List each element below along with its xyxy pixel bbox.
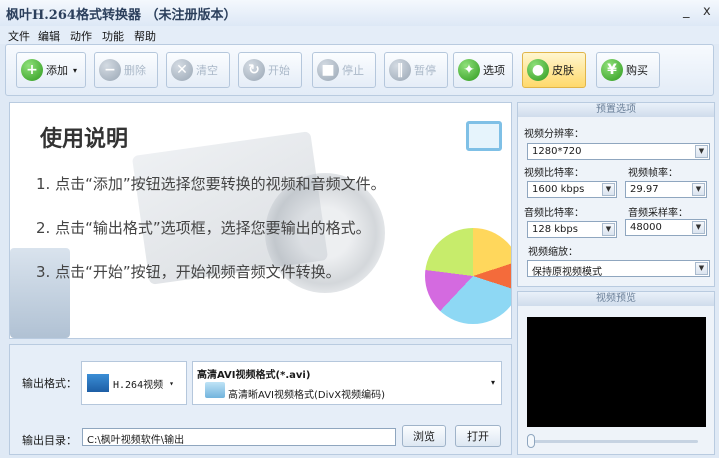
output-settings: 输出格式： H.264视频 ▾ 高清AVI视频格式(*.avi) 高清晰AVI视… (9, 344, 512, 455)
pause-icon: ‖ (389, 59, 411, 81)
format-title: 高清AVI视频格式(*.avi) (197, 370, 311, 381)
output-dir-field[interactable]: C:\枫叶视频软件\输出 (82, 428, 396, 446)
video-preview-screen (527, 317, 706, 427)
chevron-down-icon: ▾ (490, 378, 495, 387)
delete-button[interactable]: − 删除 (94, 52, 158, 88)
clear-icon: ✕ (171, 59, 193, 81)
output-format-select[interactable]: 高清AVI视频格式(*.avi) 高清晰AVI视频格式(DivX视频编码) ▾ (192, 361, 502, 405)
instruction-step-3: 3. 点击“开始”按钮，开始视频音频文件转换。 (36, 263, 341, 281)
menu-help[interactable]: 帮助 (134, 28, 156, 44)
output-dir-label: 输出目录： (22, 434, 77, 447)
chevron-down-icon: ▼ (692, 183, 705, 196)
chevron-down-icon: ▼ (692, 221, 705, 234)
tools-icon: ✦ (458, 59, 480, 81)
apple-icon: ● (527, 59, 549, 81)
film-icon (466, 121, 502, 151)
instructions-panel: 使用说明 1. 点击“添加”按钮选择您要转换的视频和音频文件。 2. 点击“输出… (9, 102, 512, 339)
folder-icon (205, 382, 225, 398)
chevron-down-icon: ▾ (169, 378, 174, 388)
scale-select[interactable]: 保持原视频模式 ▼ (527, 260, 710, 278)
samplerate-label: 音频采样率： (628, 208, 688, 219)
stop-icon: ■ (317, 59, 339, 81)
framerate-select[interactable]: 29.97 ▼ (625, 181, 707, 198)
instructions-heading: 使用说明 (40, 127, 129, 152)
plus-icon: + (21, 59, 43, 81)
menu-function[interactable]: 功能 (102, 28, 124, 44)
pause-button[interactable]: ‖ 暂停 (384, 52, 448, 88)
toolbar: + 添加 ▾ − 删除 ✕ 清空 ↻ 开始 ■ 停止 ‖ 暂停 ✦ 选项 ● 皮… (5, 44, 714, 96)
chevron-down-icon: ▼ (695, 145, 708, 158)
buy-button[interactable]: ¥ 购买 (596, 52, 660, 88)
menu-edit[interactable]: 编辑 (38, 28, 60, 44)
preset-panel: 预置选项 视频分辨率： 1280*720 ▼ 视频比特率： 视频帧率： 1600 … (517, 102, 715, 287)
preset-header: 预置选项 (518, 103, 714, 117)
framerate-label: 视频帧率： (628, 168, 678, 179)
chevron-down-icon: ▼ (602, 223, 615, 236)
minimize-button[interactable]: _ (683, 4, 690, 19)
minus-icon: − (99, 59, 121, 81)
scale-label: 视频缩放： (528, 247, 578, 258)
video-bitrate-select[interactable]: 1600 kbps ▼ (527, 181, 617, 198)
open-button[interactable]: 打开 (455, 425, 501, 447)
preview-slider-thumb[interactable] (527, 434, 535, 448)
add-button[interactable]: + 添加 ▾ (16, 52, 86, 88)
preview-header: 视频预览 (518, 292, 714, 306)
chevron-down-icon: ▼ (602, 183, 615, 196)
resolution-select[interactable]: 1280*720 ▼ (527, 143, 710, 160)
pie-decoration (425, 228, 511, 324)
preview-slider-track[interactable] (532, 440, 698, 443)
refresh-icon: ↻ (243, 59, 265, 81)
browse-button[interactable]: 浏览 (402, 425, 446, 447)
menu-bar: 文件 编辑 动作 功能 帮助 (0, 26, 719, 44)
audio-bitrate-label: 音频比特率： (524, 208, 584, 219)
preview-panel: 视频预览 (517, 291, 715, 455)
menu-action[interactable]: 动作 (70, 28, 92, 44)
video-icon (87, 374, 109, 392)
output-format-category[interactable]: H.264视频 ▾ (81, 361, 187, 405)
chevron-down-icon: ▾ (73, 65, 78, 75)
start-button[interactable]: ↻ 开始 (238, 52, 302, 88)
video-bitrate-label: 视频比特率： (524, 168, 584, 179)
menu-file[interactable]: 文件 (8, 28, 30, 44)
cart-icon: ¥ (601, 59, 623, 81)
stop-button[interactable]: ■ 停止 (312, 52, 376, 88)
skin-button[interactable]: ● 皮肤 (522, 52, 586, 88)
chevron-down-icon: ▼ (695, 262, 708, 275)
clear-button[interactable]: ✕ 清空 (166, 52, 230, 88)
audio-bitrate-select[interactable]: 128 kbps ▼ (527, 221, 617, 238)
title-bar: 枫叶H.264格式转换器 （未注册版本） _ x (0, 0, 719, 26)
format-description: 高清晰AVI视频格式(DivX视频编码) (228, 390, 386, 401)
resolution-label: 视频分辨率： (524, 129, 584, 140)
instruction-step-2: 2. 点击“输出格式”选项框，选择您要输出的格式。 (36, 219, 371, 237)
output-format-label: 输出格式： (22, 377, 77, 390)
samplerate-select[interactable]: 48000 ▼ (625, 219, 707, 236)
close-button[interactable]: x (703, 4, 711, 19)
app-title: 枫叶H.264格式转换器 （未注册版本） (6, 8, 237, 23)
instruction-step-1: 1. 点击“添加”按钮选择您要转换的视频和音频文件。 (36, 175, 386, 193)
options-button[interactable]: ✦ 选项 (453, 52, 513, 88)
